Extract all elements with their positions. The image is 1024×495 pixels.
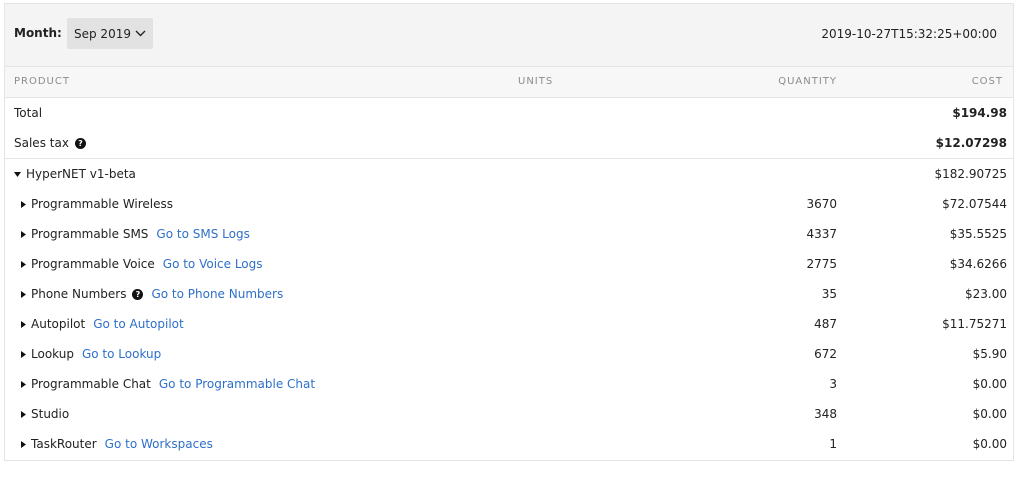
product-name: Lookup <box>31 347 74 361</box>
product-row[interactable]: TaskRouter Go to Workspaces 1 $0.00 <box>5 429 1013 459</box>
product-quantity: 487 <box>814 317 837 331</box>
group-name: HyperNET v1-beta <box>14 167 136 181</box>
product-cost: $35.5525 <box>949 227 1007 241</box>
column-quantity: QUANTITY <box>778 76 837 87</box>
caret-right-icon[interactable] <box>21 440 26 448</box>
caret-right-icon[interactable] <box>21 230 26 238</box>
product-cost: $34.6266 <box>949 257 1007 271</box>
product-row[interactable]: Programmable Wireless 3670 $72.07544 <box>5 189 1013 219</box>
product-name-cell: Lookup Go to Lookup <box>21 347 161 361</box>
product-cost: $0.00 <box>972 377 1007 391</box>
caret-right-icon[interactable] <box>21 320 26 328</box>
product-name-cell: Programmable Chat Go to Programmable Chat <box>21 377 315 391</box>
product-link[interactable]: Go to Programmable Chat <box>159 377 315 391</box>
caret-right-icon[interactable] <box>21 200 26 208</box>
product-row[interactable]: Programmable Voice Go to Voice Logs 2775 $3… <box>5 249 1013 279</box>
product-name: Programmable Voice <box>31 257 155 271</box>
product-name: Phone Numbers <box>31 287 127 301</box>
group-row[interactable]: HyperNET v1-beta $182.90725 <box>5 159 1013 189</box>
product-name: Programmable Chat <box>31 377 151 391</box>
column-units: UNITS <box>518 76 554 87</box>
sales-tax-name: Sales tax ? <box>14 136 86 150</box>
total-label: Total <box>14 106 43 120</box>
product-cost: $5.90 <box>972 347 1007 361</box>
timestamp: 2019-10-27T15:32:25+00:00 <box>821 27 997 41</box>
usage-panel: Month: Sep 2019 2019-10-27T15:32:25+00:0… <box>4 3 1014 461</box>
product-cost: $72.07544 <box>942 197 1007 211</box>
product-name: TaskRouter <box>31 437 97 451</box>
month-label: Month: <box>14 26 62 40</box>
product-name: Autopilot <box>31 317 86 331</box>
product-link[interactable]: Go to Workspaces <box>105 437 213 451</box>
product-name-cell: Phone Numbers? Go to Phone Numbers <box>21 287 283 301</box>
product-quantity: 35 <box>821 287 837 301</box>
product-row[interactable]: Lookup Go to Lookup 672 $5.90 <box>5 339 1013 369</box>
product-link[interactable]: Go to Autopilot <box>93 317 184 331</box>
product-name-cell: Studio <box>21 407 69 421</box>
caret-right-icon[interactable] <box>21 260 26 268</box>
sales-tax-cost: $12.07298 <box>935 136 1007 150</box>
product-quantity: 4337 <box>806 227 837 241</box>
product-link[interactable]: Go to Voice Logs <box>163 257 263 271</box>
product-quantity: 2775 <box>806 257 837 271</box>
product-quantity: 3 <box>829 377 837 391</box>
month-select-value: Sep 2019 <box>74 26 131 41</box>
product-quantity: 672 <box>814 347 837 361</box>
total-row: Total $194.98 <box>5 98 1013 128</box>
group-label: HyperNET v1-beta <box>26 167 136 181</box>
total-cost: $194.98 <box>952 106 1007 120</box>
group-cost: $182.90725 <box>934 167 1007 181</box>
product-name-cell: Programmable SMS Go to SMS Logs <box>21 227 250 241</box>
question-circle-icon[interactable]: ? <box>132 288 144 300</box>
product-name: Programmable Wireless <box>31 197 174 211</box>
product-cost: $0.00 <box>972 437 1007 451</box>
product-row[interactable]: Autopilot Go to Autopilot 487 $11.75271 <box>5 309 1013 339</box>
caret-down-icon[interactable] <box>14 171 21 177</box>
product-quantity: 3670 <box>806 197 837 211</box>
product-row[interactable]: Phone Numbers? Go to Phone Numbers 35 $23.0… <box>5 279 1013 309</box>
sales-tax-label: Sales tax <box>14 136 69 150</box>
caret-right-icon[interactable] <box>21 410 26 418</box>
table-header: PRODUCT UNITS QUANTITY COST <box>5 67 1013 98</box>
column-cost: COST <box>971 76 1003 87</box>
month-select[interactable]: Sep 2019 <box>67 18 153 49</box>
caret-right-icon[interactable] <box>21 350 26 358</box>
product-cost: $23.00 <box>965 287 1007 301</box>
product-name-cell: Autopilot Go to Autopilot <box>21 317 184 331</box>
product-quantity: 348 <box>814 407 837 421</box>
caret-right-icon[interactable] <box>21 380 26 388</box>
sales-tax-row: Sales tax ? $12.07298 <box>5 128 1013 159</box>
product-row[interactable]: Programmable SMS Go to SMS Logs 4337 $35.55… <box>5 219 1013 249</box>
product-quantity: 1 <box>829 437 837 451</box>
product-cost: $0.00 <box>972 407 1007 421</box>
usage-header: Month: Sep 2019 2019-10-27T15:32:25+00:0… <box>5 4 1013 67</box>
caret-right-icon[interactable] <box>21 290 26 298</box>
question-circle-icon[interactable]: ? <box>74 137 86 149</box>
chevron-down-icon <box>135 30 146 37</box>
product-list: Programmable Wireless 3670 $72.07544 Progra… <box>5 189 1013 459</box>
product-cost: $11.75271 <box>942 317 1007 331</box>
product-name-cell: TaskRouter Go to Workspaces <box>21 437 213 451</box>
product-link[interactable]: Go to SMS Logs <box>156 227 249 241</box>
product-name: Studio <box>31 407 70 421</box>
product-name-cell: Programmable Voice Go to Voice Logs <box>21 257 263 271</box>
product-row[interactable]: Studio 348 $0.00 <box>5 399 1013 429</box>
product-row[interactable]: Programmable Chat Go to Programmable Chat… <box>5 369 1013 399</box>
product-link[interactable]: Go to Phone Numbers <box>151 287 283 301</box>
column-product: PRODUCT <box>14 76 70 87</box>
product-name-cell: Programmable Wireless <box>21 197 173 211</box>
product-link[interactable]: Go to Lookup <box>82 347 161 361</box>
product-name: Programmable SMS <box>31 227 149 241</box>
